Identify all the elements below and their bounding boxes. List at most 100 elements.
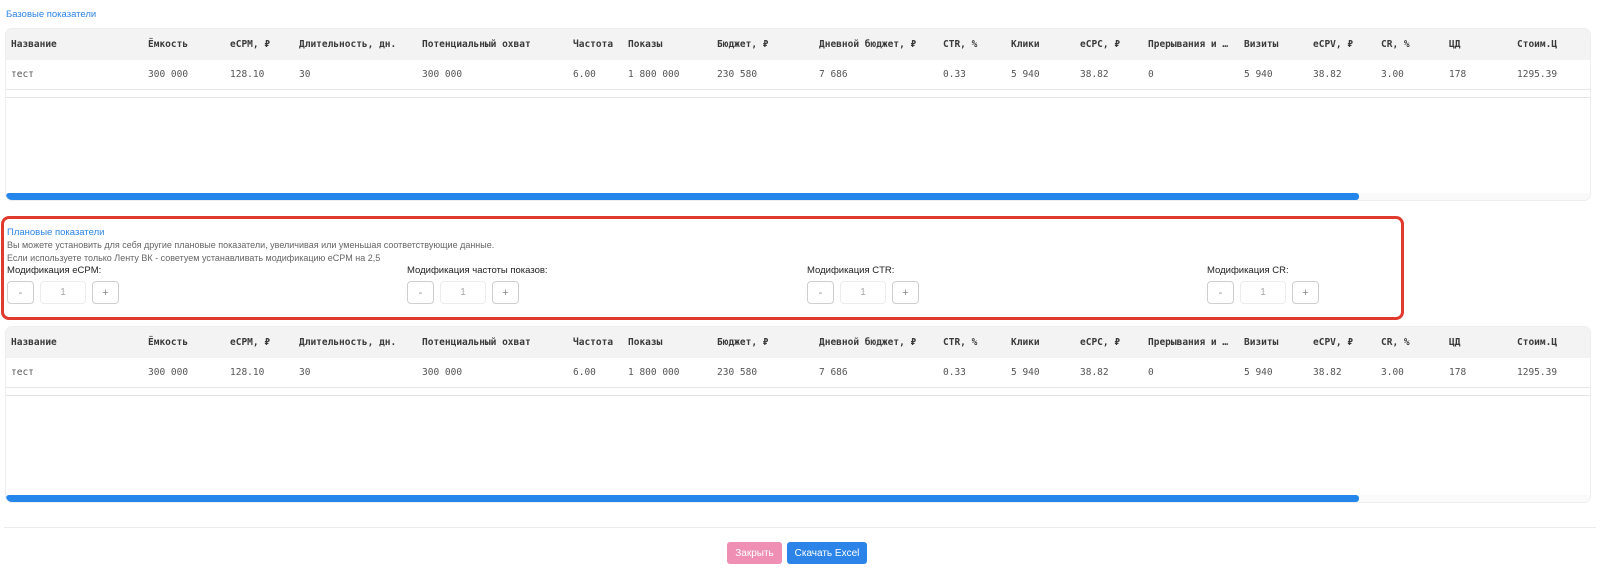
table-cell: 0.33 bbox=[943, 69, 966, 80]
col-header[interactable]: Ёмкость bbox=[148, 29, 188, 60]
table-cell: 300 000 bbox=[148, 367, 189, 378]
table-cell: 7 686 bbox=[819, 367, 848, 378]
col-header[interactable]: Длительность, дн. bbox=[299, 29, 396, 60]
frequency-stepper: - + bbox=[407, 281, 548, 304]
table-cell: 1 800 000 bbox=[628, 69, 680, 80]
table-cell: 38.82 bbox=[1313, 69, 1342, 80]
cr-stepper: - + bbox=[1207, 281, 1319, 304]
col-header[interactable]: Клики bbox=[1011, 29, 1040, 60]
col-header[interactable]: ЦД bbox=[1449, 29, 1460, 60]
col-header[interactable]: Показы bbox=[628, 29, 662, 60]
col-header[interactable]: Показы bbox=[628, 327, 662, 358]
table-cell: 300 000 bbox=[422, 367, 463, 378]
close-button[interactable]: Закрыть bbox=[727, 542, 782, 564]
table-cell: 128.10 bbox=[230, 367, 265, 378]
frequency-modifier-input[interactable] bbox=[440, 281, 486, 304]
table-cell: 128.10 bbox=[230, 69, 265, 80]
base-table: Название Ёмкость eCPM, ₽ Длительность, д… bbox=[6, 29, 1590, 200]
horizontal-scrollbar[interactable] bbox=[6, 495, 1590, 502]
ctr-modifier-label: Модификация CTR: bbox=[807, 265, 895, 276]
plan-table: Название Ёмкость eCPM, ₽ Длительность, д… bbox=[6, 327, 1590, 502]
col-header[interactable]: eCPM, ₽ bbox=[230, 327, 270, 358]
plan-section-title[interactable]: Плановые показатели bbox=[7, 227, 104, 238]
col-header[interactable]: Стоим.Ц bbox=[1517, 29, 1557, 60]
col-header[interactable]: ЦД bbox=[1449, 327, 1460, 358]
plan-description: Вы можете установить для себя другие пла… bbox=[7, 240, 495, 250]
increment-button[interactable]: + bbox=[492, 281, 519, 304]
col-header[interactable]: Бюджет, ₽ bbox=[717, 327, 768, 358]
table-cell: 38.82 bbox=[1080, 69, 1109, 80]
col-header[interactable]: Прерывания и … bbox=[1148, 327, 1228, 358]
col-header[interactable]: Дневной бюджет, ₽ bbox=[819, 327, 916, 358]
table-cell: 3.00 bbox=[1381, 69, 1404, 80]
table-cell: 5 940 bbox=[1011, 367, 1040, 378]
col-header[interactable]: Стоим.Ц bbox=[1517, 327, 1557, 358]
frequency-modifier: Модификация частоты показов: - + bbox=[407, 265, 548, 304]
table-cell: 178 bbox=[1449, 69, 1467, 80]
col-header[interactable]: Частота bbox=[573, 327, 613, 358]
col-header[interactable]: Ёмкость bbox=[148, 327, 188, 358]
horizontal-scrollbar[interactable] bbox=[6, 193, 1590, 200]
col-header[interactable]: eCPM, ₽ bbox=[230, 29, 270, 60]
plan-hint: Если используете только Ленту ВК - совет… bbox=[7, 253, 381, 263]
table-cell: 300 000 bbox=[422, 69, 463, 80]
col-header[interactable]: CR, % bbox=[1381, 327, 1410, 358]
col-header[interactable]: Название bbox=[11, 327, 57, 358]
cr-modifier-input[interactable] bbox=[1240, 281, 1286, 304]
col-header[interactable]: eCPC, ₽ bbox=[1080, 327, 1120, 358]
col-header[interactable]: eCPV, ₽ bbox=[1313, 29, 1353, 60]
frequency-modifier-label: Модификация частоты показов: bbox=[407, 265, 548, 276]
col-header[interactable]: Потенциальный охват bbox=[422, 29, 531, 60]
decrement-button[interactable]: - bbox=[807, 281, 834, 304]
col-header[interactable]: CR, % bbox=[1381, 29, 1410, 60]
cr-modifier-label: Модификация CR: bbox=[1207, 265, 1289, 276]
base-section-title[interactable]: Базовые показатели bbox=[6, 9, 96, 20]
col-header[interactable]: eCPC, ₽ bbox=[1080, 29, 1120, 60]
col-header[interactable]: Длительность, дн. bbox=[299, 327, 396, 358]
table-cell: 178 bbox=[1449, 367, 1467, 378]
table-cell: 1295.39 bbox=[1517, 69, 1558, 80]
plan-section: Плановые показатели Вы можете установить… bbox=[1, 216, 1404, 320]
increment-button[interactable]: + bbox=[892, 281, 919, 304]
ctr-stepper: - + bbox=[807, 281, 919, 304]
table-cell: 230 580 bbox=[717, 367, 758, 378]
col-header[interactable]: Частота bbox=[573, 29, 613, 60]
download-excel-button[interactable]: Скачать Excel bbox=[787, 542, 867, 564]
ecpm-modifier: Модификация eCPM: - + bbox=[7, 265, 119, 304]
ecpm-modifier-input[interactable] bbox=[40, 281, 86, 304]
table-cell: 300 000 bbox=[148, 69, 189, 80]
col-header[interactable]: eCPV, ₽ bbox=[1313, 327, 1353, 358]
ctr-modifier-input[interactable] bbox=[840, 281, 886, 304]
decrement-button[interactable]: - bbox=[1207, 281, 1234, 304]
table-cell: 38.82 bbox=[1080, 367, 1109, 378]
increment-button[interactable]: + bbox=[92, 281, 119, 304]
scrollbar-thumb[interactable] bbox=[6, 193, 1359, 200]
col-header[interactable]: Дневной бюджет, ₽ bbox=[819, 29, 916, 60]
col-header[interactable]: Потенциальный охват bbox=[422, 327, 531, 358]
divider bbox=[6, 395, 1590, 396]
decrement-button[interactable]: - bbox=[407, 281, 434, 304]
table-row: тест 300 000 128.10 30 300 000 6.00 1 80… bbox=[6, 60, 1590, 90]
table-cell: 30 bbox=[299, 69, 311, 80]
table-cell: тест bbox=[11, 69, 34, 80]
col-header[interactable]: CTR, % bbox=[943, 29, 977, 60]
table-cell: тест bbox=[11, 367, 34, 378]
table-cell: 6.00 bbox=[573, 367, 596, 378]
col-header[interactable]: Бюджет, ₽ bbox=[717, 29, 768, 60]
table-cell: 30 bbox=[299, 367, 311, 378]
ctr-modifier: Модификация CTR: - + bbox=[807, 265, 919, 304]
col-header[interactable]: Клики bbox=[1011, 327, 1040, 358]
col-header[interactable]: Прерывания и … bbox=[1148, 29, 1228, 60]
col-header[interactable]: Визиты bbox=[1244, 29, 1278, 60]
col-header[interactable]: CTR, % bbox=[943, 327, 977, 358]
table-header: Название Ёмкость eCPM, ₽ Длительность, д… bbox=[6, 327, 1590, 358]
table-cell: 5 940 bbox=[1244, 69, 1273, 80]
col-header[interactable]: Визиты bbox=[1244, 327, 1278, 358]
decrement-button[interactable]: - bbox=[7, 281, 34, 304]
scrollbar-thumb[interactable] bbox=[6, 495, 1359, 502]
ecpm-stepper: - + bbox=[7, 281, 119, 304]
footer-divider bbox=[4, 527, 1596, 528]
col-header[interactable]: Название bbox=[11, 29, 57, 60]
divider bbox=[6, 97, 1590, 98]
increment-button[interactable]: + bbox=[1292, 281, 1319, 304]
